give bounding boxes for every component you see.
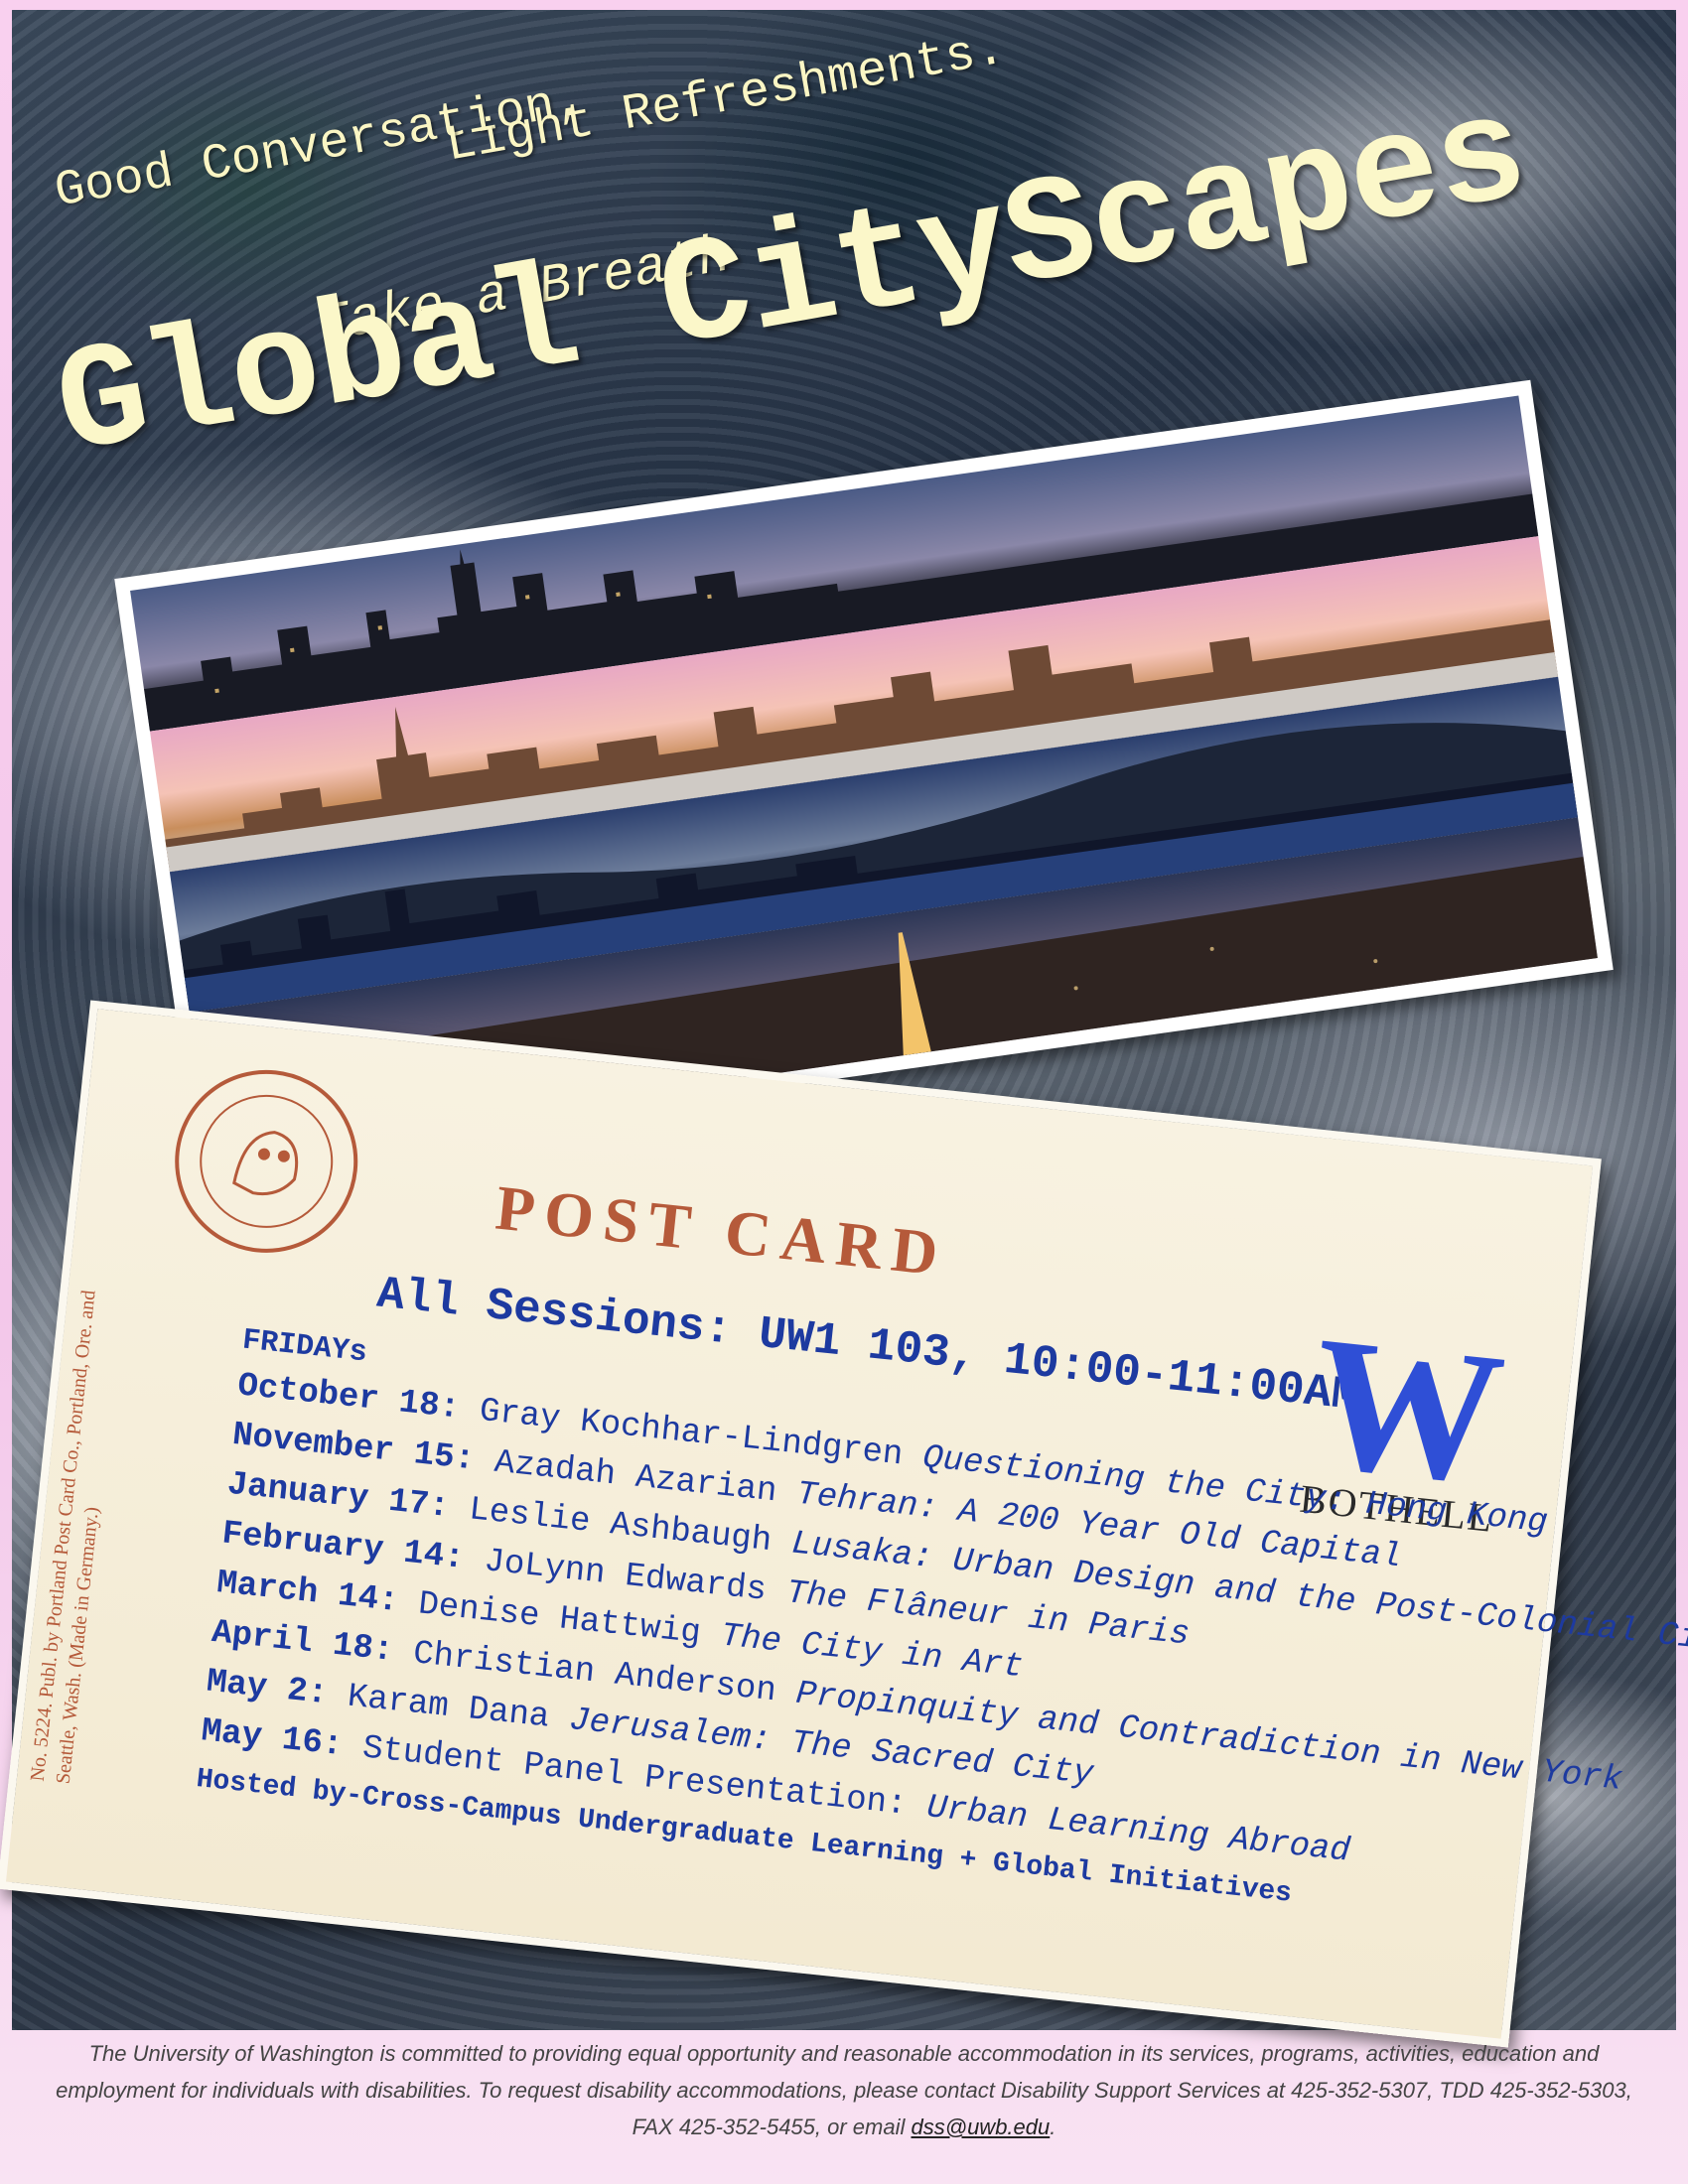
postcard-heading: POST CARD — [492, 1171, 951, 1290]
postcard: No. 5224. Publ. by Portland Post Card Co… — [0, 1000, 1688, 2048]
dss-email-link[interactable]: dss@uwb.edu — [912, 2115, 1051, 2139]
accessibility-notice: The University of Washington is committe… — [40, 2035, 1648, 2145]
accessibility-notice-text: The University of Washington is committe… — [56, 2041, 1632, 2139]
footer-period: . — [1050, 2115, 1056, 2139]
exposition-seal-icon — [175, 1069, 358, 1253]
